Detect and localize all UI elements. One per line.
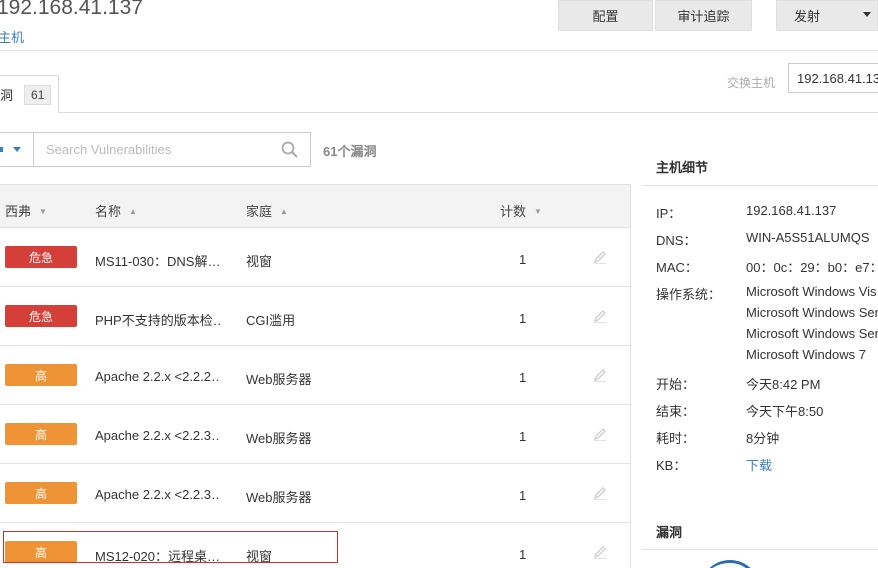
vulnerability-name: Apache 2.2.x <2.2.3… [95,428,220,443]
end-label: 结束： [656,404,696,419]
elapsed-value: 8分钟 [746,431,780,446]
section-divider [642,185,878,186]
vulnerability-count-cell: 1 [519,370,527,385]
column-header-family[interactable]: 家庭 ▲ [246,201,288,220]
os-value: Microsoft Windows Ser [746,326,878,341]
pencil-icon[interactable] [592,249,608,265]
panel-divider [630,184,631,568]
table-row[interactable]: 高 Apache 2.2.x <2.2.2… Web服务器 1 [0,346,631,405]
host-details-title: 主机细节 [656,160,709,175]
vulnerability-family: Web服务器 [246,372,312,387]
vulnerabilities-table: 西弗 ▼ 名称 ▲ 家庭 ▲ 计数 ▼ 危急 MS11-030：DNS解… 视窗 1 危急 PHP… [0,184,631,568]
column-header-label: 西弗 [5,204,32,219]
page-title: 192.168.41.137 [0,0,143,19]
launch-button[interactable]: 发射 [776,0,878,31]
kb-download-link[interactable]: 下载 [746,455,772,474]
highlight-annotation-box [3,531,338,563]
ip-value: 192.168.41.137 [746,203,837,218]
column-header-severity[interactable]: 西弗 ▼ [5,201,47,220]
pencil-icon[interactable] [592,367,608,383]
elapsed-label: 耗时： [656,431,696,446]
kb-label: KB： [656,458,687,473]
vulnerability-family: Web服务器 [246,431,312,446]
pencil-icon[interactable] [592,308,608,324]
severity-badge: 高 [5,423,77,445]
chevron-down-icon [863,12,871,17]
chevron-down-icon [13,147,21,152]
vulnerability-name: MS11-030：DNS解… [95,254,220,269]
filter-indicator [0,147,3,152]
table-header: 西弗 ▼ 名称 ▲ 家庭 ▲ 计数 ▼ [0,184,631,228]
mac-label: MAC： [656,260,698,275]
vulnerability-name: PHP不支持的版本检… [95,313,220,328]
vulnerability-family: Web服务器 [246,490,312,505]
search-icon[interactable] [280,140,300,160]
sort-desc-icon: ▼ [534,207,542,216]
severity-badge: 危急 [5,246,77,268]
audit-trail-button[interactable]: 审计追踪 [655,0,752,31]
tab-vulnerabilities[interactable]: 洞 61 [0,75,59,113]
ip-label: IP： [656,206,682,221]
vulnerability-name: Apache 2.2.x <2.2.3… [95,487,220,502]
pencil-icon[interactable] [592,485,608,501]
start-label: 开始： [656,377,696,392]
table-row[interactable]: 危急 MS11-030：DNS解… 视窗 1 [0,228,631,287]
os-value: Microsoft Windows 7 [746,347,866,362]
severity-badge: 高 [5,364,77,386]
pencil-icon[interactable] [592,544,608,560]
mac-value: 00：0c：29：b0：e7： [746,260,878,275]
breadcrumb-hosts-link[interactable]: 主机 [0,27,24,46]
os-label: 操作系统： [656,287,722,302]
end-value: 今天下午8:50 [746,404,824,419]
sort-asc-icon: ▲ [129,207,137,216]
severity-badge: 高 [5,482,77,504]
vulnerability-count-cell: 1 [519,311,527,326]
header-divider [0,50,878,51]
table-row[interactable]: 危急 PHP不支持的版本检… CGI滥用 1 [0,287,631,346]
launch-button-label: 发射 [794,9,821,24]
tab-count-badge: 61 [24,84,52,105]
section-divider [642,549,878,550]
table-row[interactable]: 高 Apache 2.2.x <2.2.3… Web服务器 1 [0,405,631,464]
column-header-count[interactable]: 计数 ▼ [500,201,542,220]
search-input[interactable] [34,133,274,166]
column-header-label: 名称 [95,204,122,219]
severity-badge: 危急 [5,305,77,327]
vulnerability-name: Apache 2.2.x <2.2.2… [95,369,220,384]
vulnerability-count-cell: 1 [519,429,527,444]
dns-value: WIN-A5S51ALUMQS [746,230,870,245]
column-header-name[interactable]: 名称 ▲ [95,201,137,220]
sort-asc-icon: ▲ [280,207,288,216]
vulnerability-count-cell: 1 [519,252,527,267]
table-row[interactable]: 高 Apache 2.2.x <2.2.3… Web服务器 1 [0,464,631,523]
tabs-divider [58,112,878,113]
filter-dropdown[interactable] [0,132,34,167]
dns-label: DNS： [656,233,697,248]
search-box [33,132,311,167]
os-value: Microsoft Windows Ser [746,305,878,320]
sort-desc-icon: ▼ [39,207,47,216]
switch-host-label: 交换主机 [727,76,776,90]
vulnerability-family: 视窗 [246,254,273,269]
vulnerability-count: 61个漏洞 [323,144,377,159]
switch-host-select[interactable]: 192.168.41.137 [788,63,878,93]
vulnerabilities-section-title: 漏洞 [656,525,683,540]
vulnerability-count-cell: 1 [519,547,527,562]
vulnerability-count-cell: 1 [519,488,527,503]
configure-button[interactable]: 配置 [558,0,653,31]
os-value: Microsoft Windows Vis [746,284,877,299]
vulnerability-family: CGI滥用 [246,313,296,328]
tab-label: 洞 [0,88,14,103]
column-header-label: 计数 [500,204,527,219]
column-header-label: 家庭 [246,204,273,219]
vulnerability-donut-chart [700,560,760,568]
start-value: 今天8:42 PM [746,377,821,392]
pencil-icon[interactable] [592,426,608,442]
